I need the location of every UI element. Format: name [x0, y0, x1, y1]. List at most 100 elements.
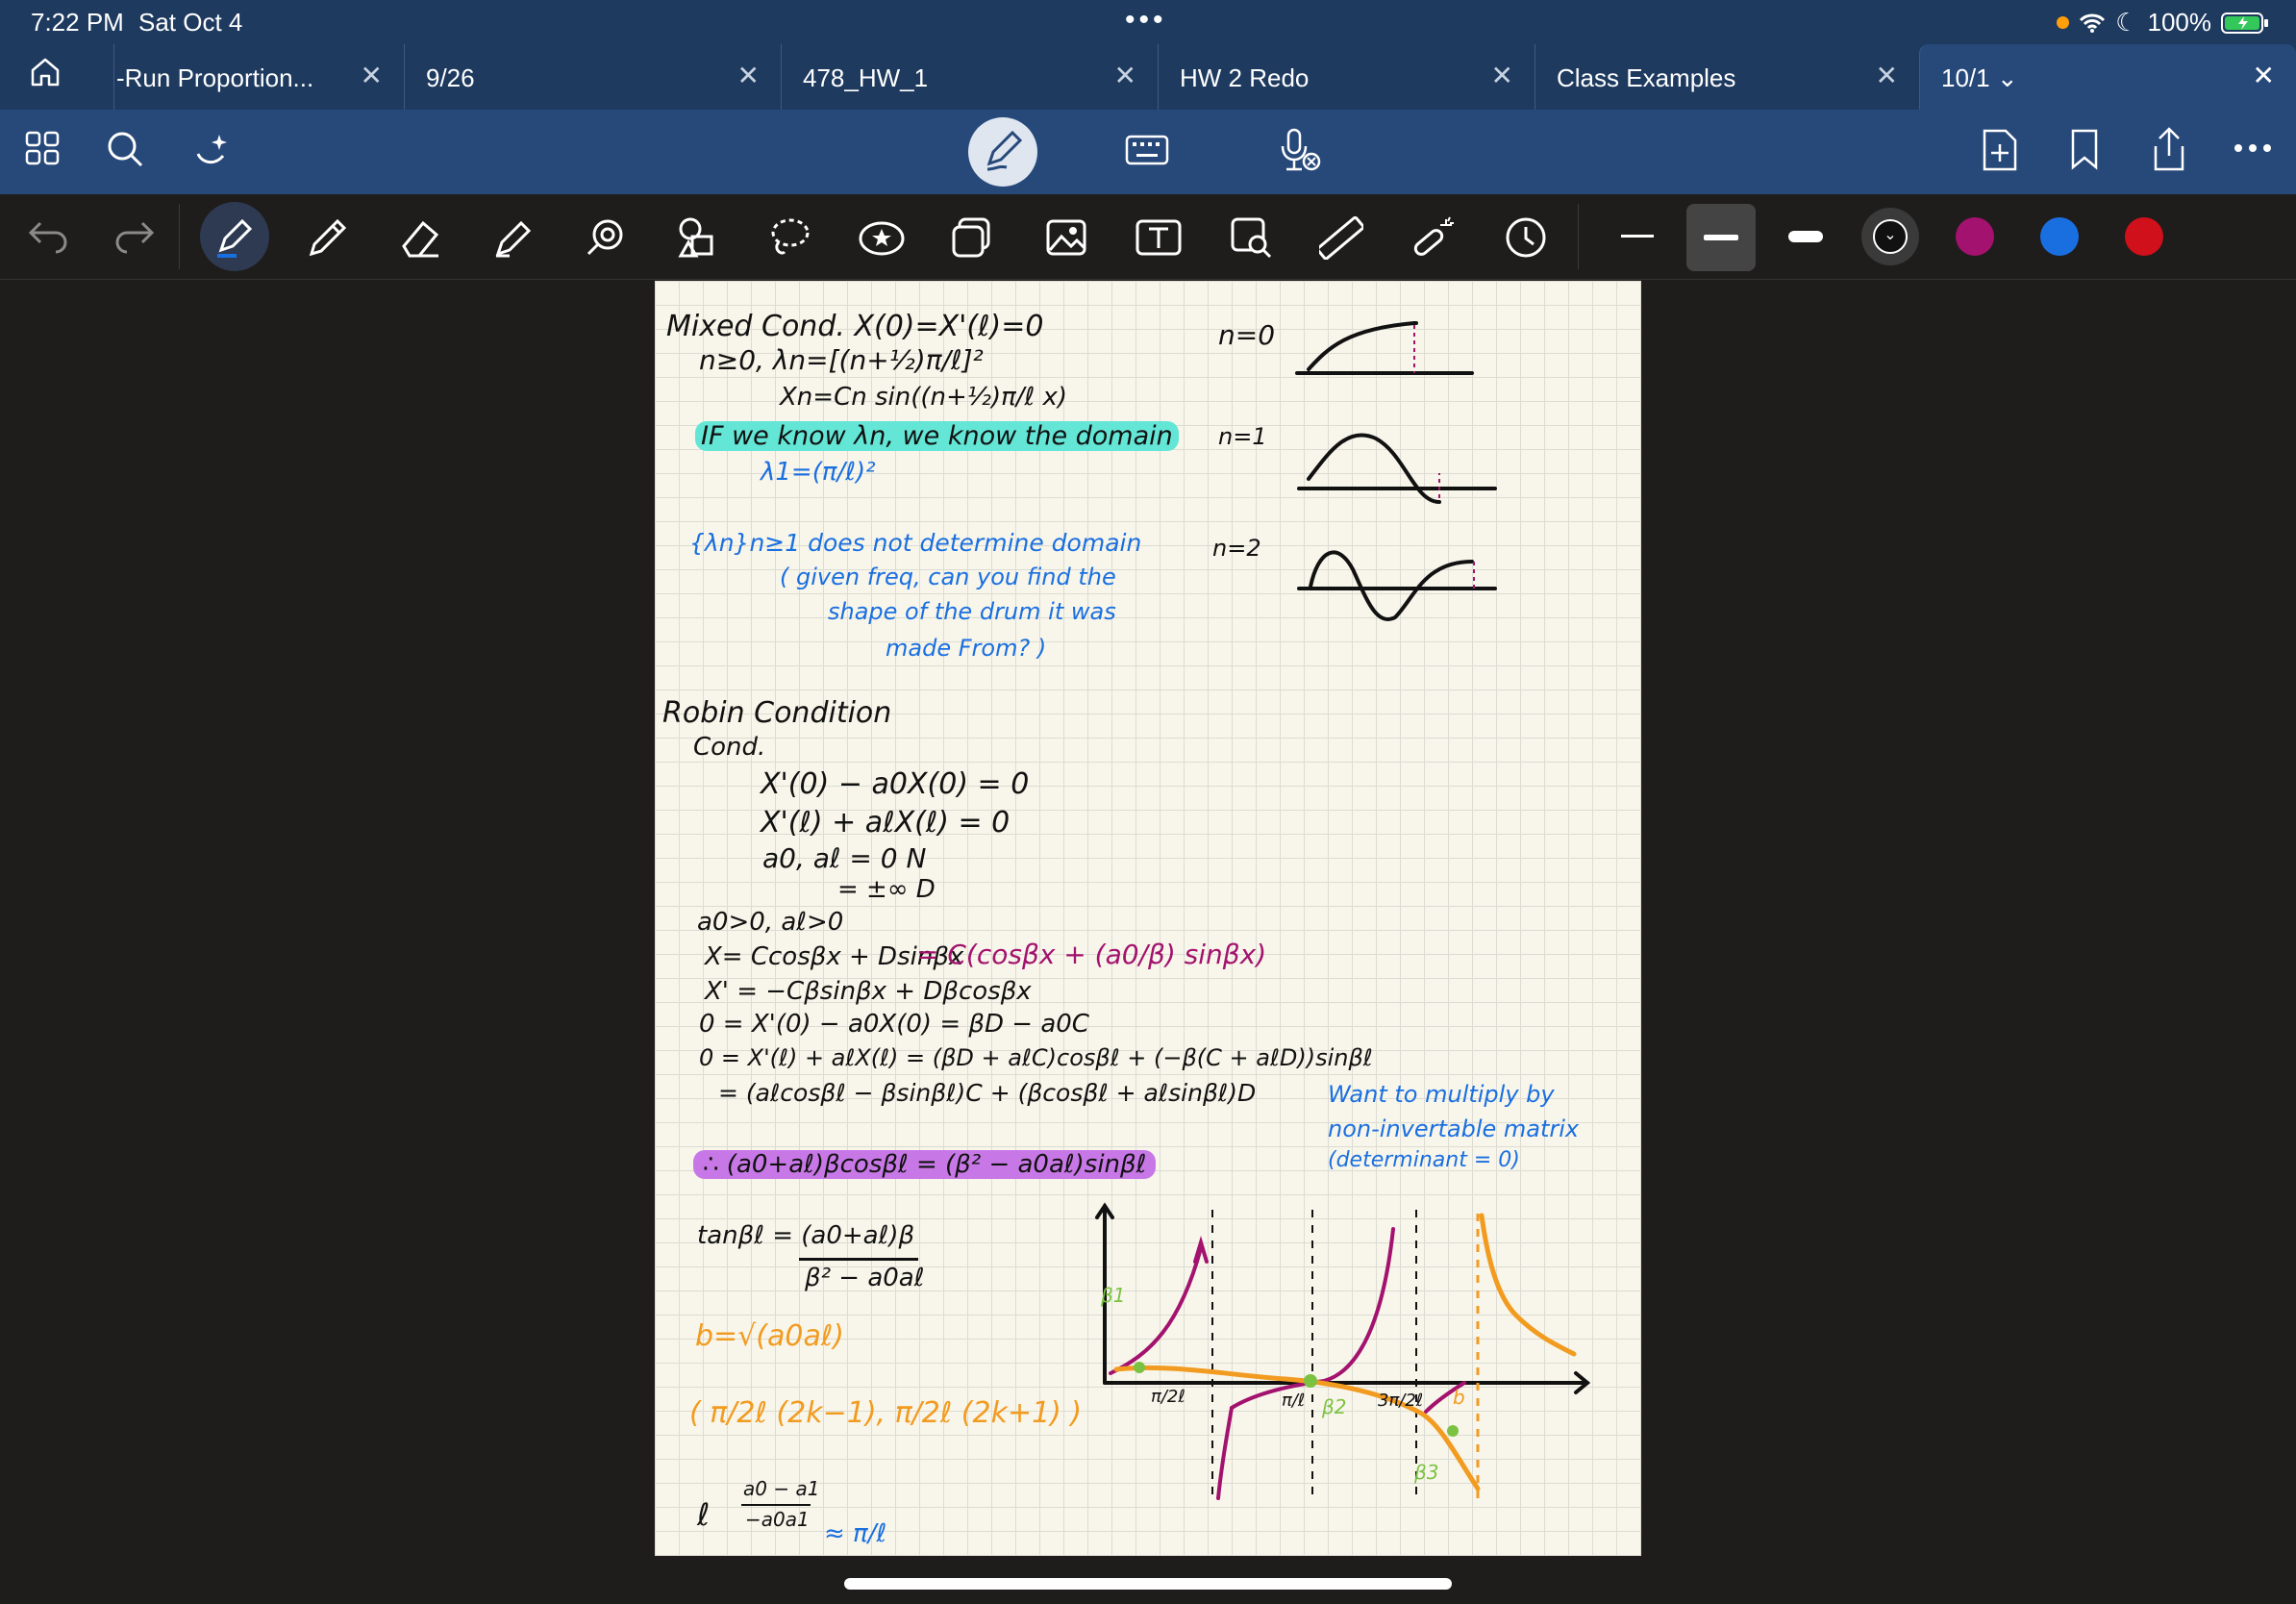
search-icon[interactable] — [106, 129, 144, 171]
undo-icon[interactable] — [27, 215, 71, 254]
pencil-icon[interactable] — [306, 215, 350, 260]
tab-9-26[interactable]: 9/26 ✕ — [404, 44, 781, 110]
eraser-icon[interactable] — [398, 215, 442, 260]
shapes-icon[interactable] — [675, 215, 719, 260]
frac-denominator: −a0a1 — [745, 1508, 810, 1531]
clock-icon[interactable] — [1504, 215, 1548, 260]
voice-off-icon[interactable] — [1279, 127, 1321, 173]
mixed-title: Mixed Cond. X(0)=X'(ℓ)=0 — [666, 310, 1044, 343]
stroke-medium-button[interactable] — [1686, 204, 1756, 271]
pen-tool-button[interactable] — [200, 202, 269, 271]
shape-drum: shape of the drum it was — [828, 598, 1116, 625]
lasso-icon[interactable] — [767, 215, 811, 260]
close-tab-icon[interactable]: ✕ — [1114, 60, 1136, 91]
pen-mode-button[interactable] — [968, 117, 1037, 187]
robin-eq1: X'(0) − a0X(0) = 0 — [761, 767, 1030, 801]
battery-icon — [2221, 12, 2268, 34]
tick-pi-2l: π/2ℓ — [1151, 1387, 1185, 1407]
ruler-icon[interactable] — [1319, 215, 1363, 260]
divider — [1578, 204, 1579, 269]
graph-n0-label: n=0 — [1218, 319, 1276, 351]
robin-eq3: a0, aℓ = 0 N — [762, 842, 927, 874]
close-tab-icon[interactable]: ✕ — [361, 60, 383, 91]
frac-numerator: a0 − a1 — [743, 1477, 820, 1500]
b-label: b — [1453, 1386, 1465, 1409]
given-freq: ( given freq, can you find the — [780, 564, 1116, 590]
stroke-thick-button[interactable] — [1788, 231, 1823, 242]
if-know-highlight: IF we know λn, we know the domain — [695, 421, 1179, 451]
tab-hw-2-redo[interactable]: HW 2 Redo ✕ — [1158, 44, 1535, 110]
chevron-down-icon: ⌄ — [1873, 219, 1908, 254]
mixed-n: n≥0, λn=[(n+½)π/ℓ]² — [699, 344, 984, 376]
stroke-medium-swatch — [1704, 235, 1738, 240]
pen-icon — [986, 130, 1023, 171]
robin-title: Robin Condition — [662, 696, 892, 730]
color-magenta[interactable] — [1956, 217, 1994, 256]
pen-tool-icon — [217, 218, 253, 258]
tab-label: HW 2 Redo — [1180, 63, 1310, 92]
robin-0eq: 0 = X'(0) − a0X(0) = βD − a0C — [699, 1010, 1089, 1039]
drawing-toolbar: ⌄ — [0, 194, 2296, 280]
tan-numerator: tanβℓ = (a0+aℓ)β — [697, 1221, 915, 1250]
ell-symbol: ℓ — [697, 1496, 711, 1533]
robin-eq2: X'(ℓ) + aℓX(ℓ) = 0 — [761, 806, 1011, 840]
lambda-set: {λn}n≥1 does not determine domain — [689, 529, 1142, 557]
note-page[interactable]: Mixed Cond. X(0)=X'(ℓ)=0 n≥0, λn=[(n+½)π… — [655, 281, 1641, 1556]
beta1-label: β1 — [1100, 1284, 1126, 1307]
add-page-icon[interactable] — [1981, 127, 2019, 173]
multitasking-dots-icon[interactable]: ••• — [1125, 4, 1167, 37]
shape-tool-icon[interactable] — [583, 215, 627, 260]
color-red[interactable] — [2125, 217, 2163, 256]
close-tab-icon[interactable]: ✕ — [737, 60, 760, 91]
close-tab-icon[interactable]: ✕ — [1491, 60, 1513, 91]
close-tab-icon[interactable]: ✕ — [2253, 60, 2275, 91]
redo-icon[interactable] — [112, 215, 156, 254]
determinant-text: (determinant = 0) — [1328, 1148, 1520, 1172]
color-blue[interactable] — [2040, 217, 2079, 256]
robin-pos: a0>0, aℓ>0 — [697, 908, 844, 937]
tick-3pi-2l: 3π/2ℓ — [1378, 1391, 1423, 1411]
therefore-highlight: ∴ (a0+aℓ)βcosβℓ = (β² − a0aℓ)sinβℓ — [693, 1150, 1157, 1179]
interval-text: ( π/2ℓ (2k−1), π/2ℓ (2k+1) ) — [689, 1396, 1083, 1430]
text-box-icon[interactable] — [1135, 215, 1183, 260]
elements-sticker-icon[interactable] — [858, 215, 906, 260]
close-tab-icon[interactable]: ✕ — [1876, 60, 1898, 91]
more-options-icon[interactable] — [2233, 142, 2273, 154]
robin-xprime: X' = −Cβsinβx + Dβcosβx — [705, 977, 1032, 1006]
robin-x-mag: = C(cosβx + (a0/β) sinβx) — [916, 939, 1267, 970]
mixed-xn: Xn=Cn sin((n+½)π/ℓ x) — [780, 383, 1068, 412]
graph-n2-label: n=2 — [1212, 535, 1261, 562]
tab-label: 478_HW_1 — [803, 63, 929, 92]
tab-label: 10/1 ⌄ — [1941, 63, 2018, 92]
wifi-icon — [2080, 13, 2106, 33]
battery-percent: 100% — [2147, 8, 2212, 37]
image-search-icon[interactable] — [1229, 215, 1273, 260]
tab-10-1[interactable]: 10/1 ⌄ ✕ — [1919, 44, 2296, 110]
robin-0eq2: 0 = X'(ℓ) + aℓX(ℓ) = (βD + aℓC)cosβℓ + (… — [699, 1044, 1373, 1071]
status-right: ☾ 100% — [2057, 8, 2269, 38]
home-icon[interactable] — [29, 56, 62, 88]
graph-n1-label: n=1 — [1218, 423, 1267, 450]
fraction-bar-2 — [741, 1504, 811, 1506]
thumbnails-grid-icon[interactable] — [23, 129, 62, 167]
share-icon[interactable] — [2148, 125, 2190, 173]
home-indicator[interactable] — [844, 1578, 1452, 1590]
tab-class-examples[interactable]: Class Examples ✕ — [1535, 44, 1919, 110]
tick-pi-l: π/ℓ — [1282, 1391, 1305, 1411]
tan-denominator: β² − a0aℓ — [805, 1264, 925, 1292]
tab-478-hw-1[interactable]: 478_HW_1 ✕ — [781, 44, 1158, 110]
stroke-thin-button[interactable] — [1621, 235, 1654, 238]
color-black-selected[interactable]: ⌄ — [1861, 208, 1919, 265]
tab-run-proportion[interactable]: -Run Proportion... ✕ — [113, 44, 404, 110]
beta3-label: β3 — [1413, 1461, 1439, 1484]
tab-bar: -Run Proportion... ✕ 9/26 ✕ 478_HW_1 ✕ H… — [0, 44, 2296, 110]
approx-text: ≈ π/ℓ — [824, 1519, 887, 1548]
ai-sparkle-icon[interactable] — [192, 129, 235, 171]
image-icon[interactable] — [1044, 215, 1088, 260]
sticky-note-icon[interactable] — [950, 215, 994, 260]
keyboard-icon[interactable] — [1125, 131, 1169, 169]
bookmark-icon[interactable] — [2067, 127, 2102, 173]
laser-pointer-icon[interactable] — [1411, 215, 1456, 260]
highlighter-icon[interactable] — [490, 215, 535, 260]
fraction-bar — [799, 1258, 918, 1261]
